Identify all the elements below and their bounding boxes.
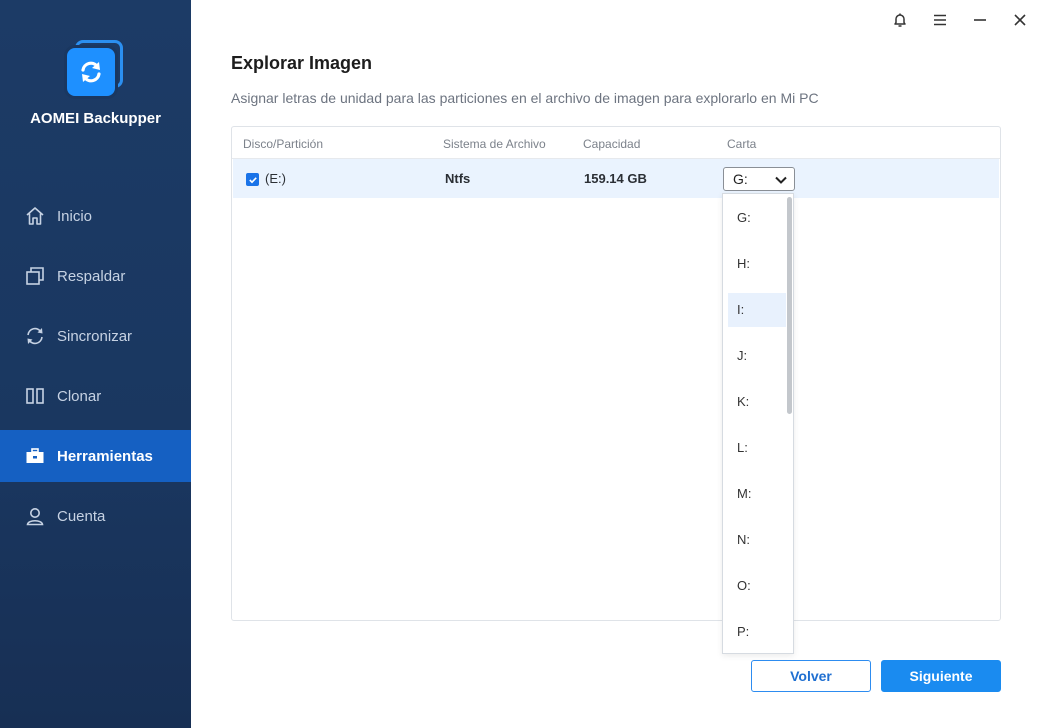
nav-item-clonar[interactable]: Clonar: [0, 370, 191, 422]
letter-select[interactable]: G:: [723, 167, 795, 191]
dropdown-option[interactable]: O:: [728, 569, 786, 603]
header-partition: Disco/Partición: [243, 137, 324, 151]
letter-dropdown-list: G: H: I: J: K: L: M: N: O: P:: [722, 193, 794, 654]
next-button[interactable]: Siguiente: [881, 660, 1001, 692]
partition-checkbox[interactable]: [246, 173, 259, 186]
dropdown-option[interactable]: L:: [728, 431, 786, 465]
dropdown-option[interactable]: M:: [728, 477, 786, 511]
close-icon[interactable]: [1000, 0, 1040, 40]
capacity-value: 159.14 GB: [584, 171, 647, 186]
table-header: Disco/Partición Sistema de Archivo Capac…: [232, 127, 1000, 159]
app-name: AOMEI Backupper: [30, 110, 161, 127]
sync-icon: [24, 325, 46, 347]
nav-label-cuenta: Cuenta: [57, 507, 106, 525]
dropdown-scrollbar-thumb[interactable]: [787, 197, 792, 414]
partition-table: Disco/Partición Sistema de Archivo Capac…: [231, 126, 1001, 621]
sidebar-nav: Inicio Respaldar Sincronizar Clonar Herr…: [0, 190, 191, 550]
nav-label-sincronizar: Sincronizar: [57, 327, 133, 345]
nav-label-clonar: Clonar: [57, 387, 102, 405]
nav-label-inicio: Inicio: [57, 207, 93, 225]
page-title: Explorar Imagen: [231, 53, 373, 73]
nav-label-respaldar: Respaldar: [57, 267, 126, 285]
nav-item-herramientas[interactable]: Herramientas: [0, 430, 191, 482]
dropdown-option-highlighted[interactable]: I:: [728, 293, 786, 327]
app-logo: [65, 38, 127, 100]
header-capacity: Capacidad: [583, 137, 641, 151]
nav-item-cuenta[interactable]: Cuenta: [0, 490, 191, 542]
letter-select-value: G:: [733, 171, 748, 187]
nav-label-herramientas: Herramientas: [57, 447, 153, 465]
minimize-icon[interactable]: [960, 0, 1000, 40]
dropdown-option[interactable]: H:: [728, 247, 786, 281]
window-controls: [880, 0, 1042, 40]
backup-icon: [24, 265, 46, 287]
header-filesystem: Sistema de Archivo: [443, 137, 546, 151]
table-row[interactable]: (E:) Ntfs 159.14 GB G:: [233, 159, 999, 198]
home-icon: [24, 205, 46, 227]
dropdown-scrollbar[interactable]: [785, 194, 793, 653]
dropdown-option[interactable]: N:: [728, 523, 786, 557]
bell-icon[interactable]: [880, 0, 920, 40]
toolbox-icon: [24, 445, 46, 467]
sync-logo-icon: [67, 48, 115, 96]
back-button[interactable]: Volver: [751, 660, 871, 692]
sidebar: AOMEI Backupper Inicio Respaldar Sincron…: [0, 0, 191, 728]
dropdown-option[interactable]: P:: [728, 615, 786, 649]
partition-name: (E:): [265, 171, 286, 186]
dropdown-option[interactable]: J:: [728, 339, 786, 373]
dropdown-option[interactable]: G:: [728, 201, 786, 235]
dropdown-option[interactable]: K:: [728, 385, 786, 419]
clone-icon: [24, 385, 46, 407]
nav-item-respaldar[interactable]: Respaldar: [0, 250, 191, 302]
nav-item-inicio[interactable]: Inicio: [0, 190, 191, 242]
filesystem-value: Ntfs: [445, 171, 471, 186]
header-letter: Carta: [727, 137, 757, 151]
chevron-down-icon: [774, 173, 788, 189]
page-subtitle: Asignar letras de unidad para las partic…: [231, 90, 819, 106]
nav-item-sincronizar[interactable]: Sincronizar: [0, 310, 191, 362]
menu-icon[interactable]: [920, 0, 960, 40]
user-icon: [24, 505, 46, 527]
